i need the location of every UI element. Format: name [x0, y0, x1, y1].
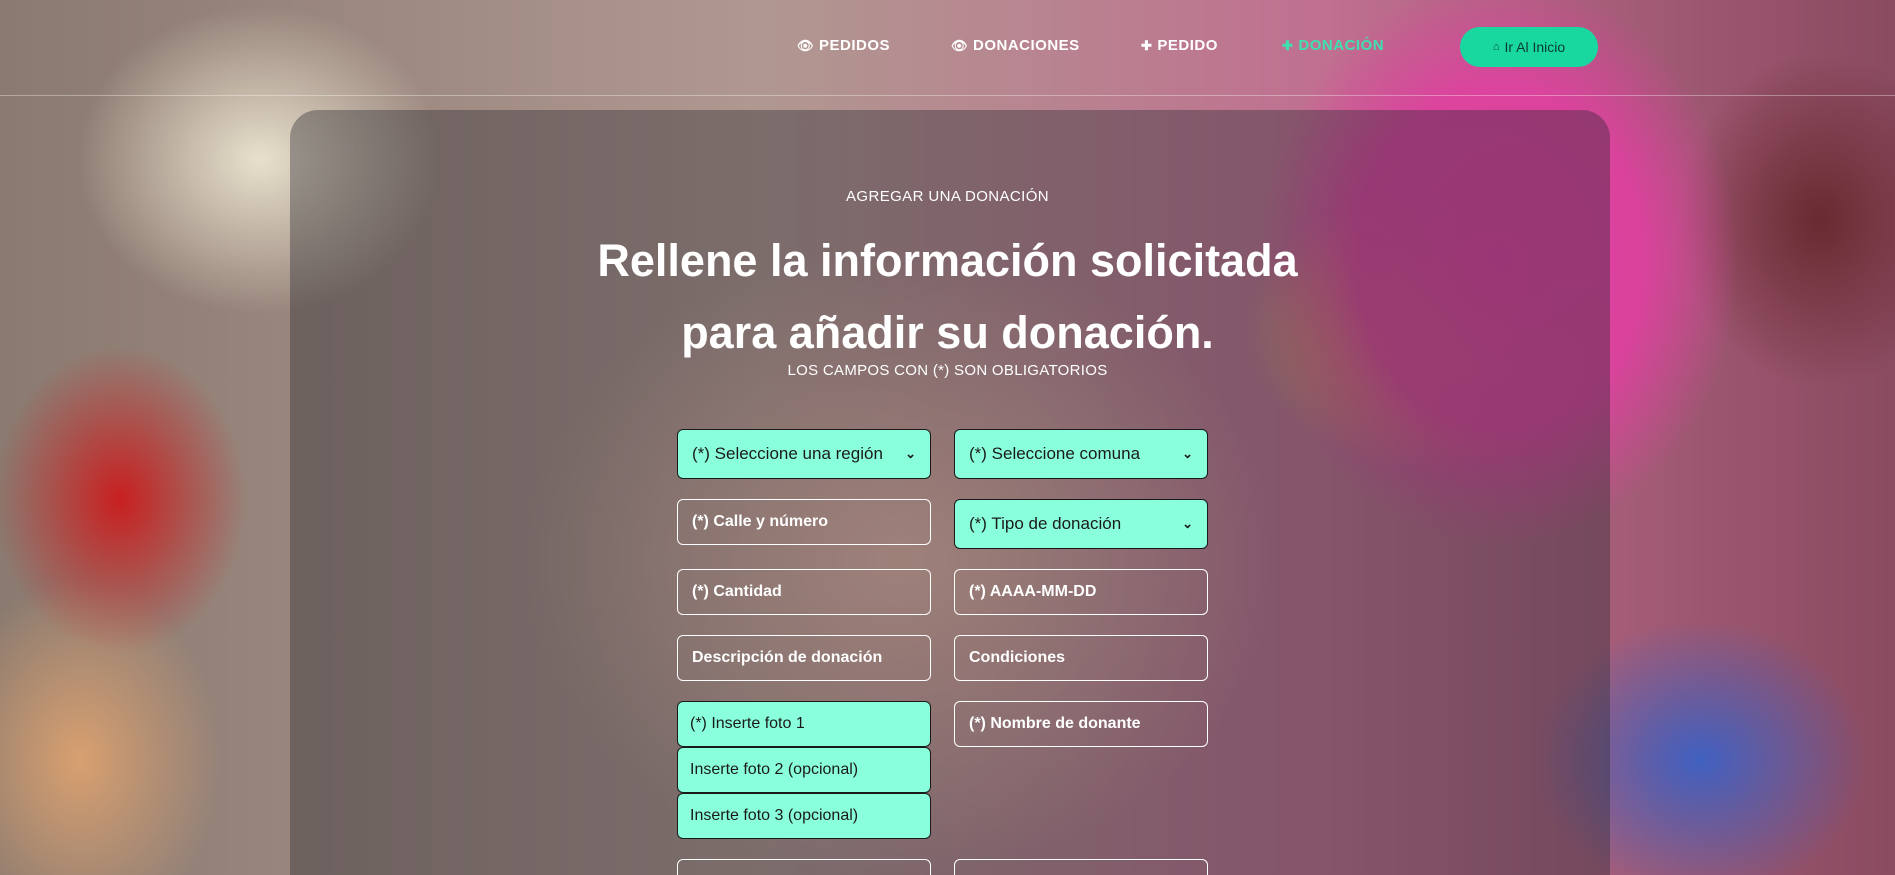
nombre-donante-placeholder: (*) Nombre de donante: [969, 715, 1141, 732]
foto-1-label: (*) Inserte foto 1: [690, 715, 805, 732]
section-eyebrow: AGREGAR UNA DONACIÓN: [845, 188, 1050, 205]
nombre-donante-input[interactable]: (*) Nombre de donante: [954, 701, 1208, 747]
region-select[interactable]: (*) Seleccione una región ⌄: [677, 429, 931, 479]
home-button-label: Ir Al Inicio: [1504, 39, 1566, 55]
title-line-2: para añadir su donación.: [681, 307, 1214, 358]
chevron-down-icon: ⌄: [1182, 446, 1193, 461]
page-title: Rellene la información solicitada para a…: [0, 225, 1895, 369]
descripcion-input[interactable]: Descripción de donación: [677, 635, 931, 681]
nav-pedidos-link[interactable]: 👁 PEDIDOS: [797, 37, 890, 54]
region-select-value: (*) Seleccione una región: [692, 444, 883, 463]
top-navbar: 👁 PEDIDOS 👁 DONACIONES ✚ PEDIDO ✚ DONACIÓN ⌂…: [0, 0, 1895, 96]
nav-pedidos-label: PEDIDOS: [819, 37, 891, 54]
nav-donacion-link[interactable]: ✚ DONACIÓN: [1282, 37, 1384, 54]
nav-pedido-link[interactable]: ✚ PEDIDO: [1141, 37, 1218, 54]
plus-icon: ✚: [1141, 38, 1153, 53]
fecha-placeholder: (*) AAAA-MM-DD: [969, 583, 1097, 600]
foto-1-file-input[interactable]: (*) Inserte foto 1: [677, 701, 931, 747]
descripcion-placeholder: Descripción de donación: [692, 649, 883, 666]
condiciones-placeholder: Condiciones: [969, 649, 1066, 666]
foto-2-file-input[interactable]: Inserte foto 2 (opcional): [677, 747, 931, 793]
comuna-select-value: (*) Seleccione comuna: [969, 444, 1141, 463]
comuna-select[interactable]: (*) Seleccione comuna ⌄: [954, 429, 1208, 479]
home-icon: ⌂: [1492, 41, 1500, 53]
next-row-input-right[interactable]: [954, 859, 1208, 875]
nav-donacion-label: DONACIÓN: [1298, 37, 1385, 54]
nav-pedido-label: PEDIDO: [1157, 37, 1218, 54]
chevron-down-icon: ⌄: [1182, 516, 1193, 531]
foto-2-label: Inserte foto 2 (opcional): [690, 761, 859, 778]
cantidad-input[interactable]: (*) Cantidad: [677, 569, 931, 615]
eye-icon: 👁: [797, 38, 815, 53]
calle-numero-input[interactable]: (*) Calle y número: [677, 499, 931, 545]
condiciones-input[interactable]: Condiciones: [954, 635, 1208, 681]
cantidad-placeholder: (*) Cantidad: [692, 583, 782, 600]
foto-3-file-input[interactable]: Inserte foto 3 (opcional): [677, 793, 931, 839]
nav-donaciones-label: DONACIONES: [973, 37, 1080, 54]
next-row-input-left[interactable]: [677, 859, 931, 875]
calle-numero-placeholder: (*) Calle y número: [692, 513, 829, 530]
nav-donaciones-link[interactable]: 👁 DONACIONES: [951, 37, 1080, 54]
tipo-donacion-select[interactable]: (*) Tipo de donación ⌄: [954, 499, 1208, 549]
title-line-1: Rellene la información solicitada: [597, 235, 1298, 286]
required-fields-note: LOS CAMPOS CON (*) SON OBLIGATORIOS: [787, 362, 1108, 379]
fecha-input[interactable]: (*) AAAA-MM-DD: [954, 569, 1208, 615]
page-background: 👁 PEDIDOS 👁 DONACIONES ✚ PEDIDO ✚ DONACIÓN ⌂…: [0, 0, 1895, 875]
plus-icon: ✚: [1282, 38, 1294, 53]
eye-icon: 👁: [951, 38, 969, 53]
chevron-down-icon: ⌄: [905, 446, 916, 461]
tipo-donacion-select-value: (*) Tipo de donación: [969, 514, 1122, 533]
foto-3-label: Inserte foto 3 (opcional): [690, 807, 859, 824]
home-button[interactable]: ⌂ Ir Al Inicio: [1460, 27, 1598, 67]
